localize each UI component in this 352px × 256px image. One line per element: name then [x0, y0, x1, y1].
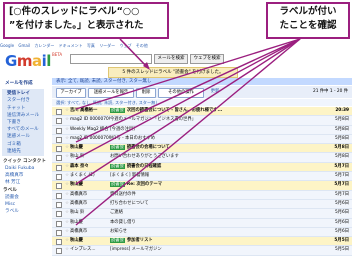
mail-row[interactable]: ☆ インプレス... [impress] メールマガジン 5月5日 — [52, 246, 352, 256]
callout-arrow — [75, 38, 301, 226]
callout-arrow — [75, 38, 301, 185]
callout-line: ”を付けました。」と表示された — [9, 20, 144, 31]
mail-subject: [impress] メールマガジン — [110, 246, 331, 254]
confirm-callout: ラベルが付い たことを確認 — [266, 2, 350, 39]
row-checkbox[interactable] — [56, 248, 62, 255]
callout-arrow — [119, 38, 149, 69]
notice-callout: [○件のスレッドにラベル“○○ ”を付けました。」と表示された — [3, 2, 169, 39]
mail-sender: インプレス... — [70, 247, 96, 253]
callout-line: たことを確認 — [279, 20, 337, 31]
mail-date: 5月5日 — [334, 247, 349, 253]
callout-arrow — [75, 38, 301, 143]
callout-line: [○件のスレッドにラベル“○○ — [9, 6, 140, 17]
mail-subject-text: [impress] メールマガジン — [110, 247, 162, 253]
callout-line: ラベルが付い — [279, 6, 337, 17]
